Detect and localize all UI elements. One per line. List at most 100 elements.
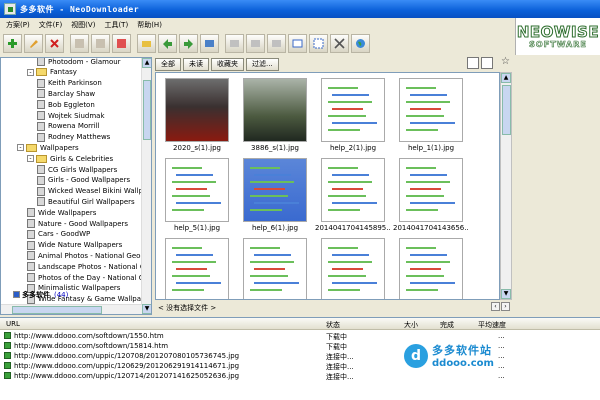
thumbnail-item[interactable]: help_2(1).jpg — [315, 75, 391, 155]
download-status-icon — [4, 342, 11, 349]
tree-node[interactable]: Keith Parkinson — [37, 78, 102, 89]
tree-node[interactable]: CG Girls Wallpapers — [37, 164, 117, 175]
col-status[interactable]: 状态 — [326, 320, 340, 330]
stop-button[interactable] — [112, 33, 131, 53]
menu-view[interactable]: 视图(V) — [71, 20, 95, 30]
thumbnail-item[interactable] — [237, 235, 313, 299]
filter-custom-button[interactable]: 过滤... — [246, 57, 279, 71]
thumbnail-item[interactable] — [315, 235, 391, 299]
grid-scroll-thumb[interactable] — [502, 85, 511, 135]
menu-plan[interactable]: 方案(P) — [6, 20, 30, 30]
folder-button[interactable] — [137, 33, 156, 53]
scroll-down-icon[interactable]: ▼ — [501, 289, 511, 299]
tree-node-label: Fantasy — [50, 68, 77, 77]
tree-node-label: Beautiful Girl Wallpapers — [48, 197, 135, 206]
tree-vertical-scrollbar[interactable]: ▲ ▼ — [141, 58, 151, 314]
pause-button[interactable] — [91, 33, 110, 53]
tree-node[interactable]: Beautiful Girl Wallpapers — [37, 196, 135, 207]
thumbnail-item[interactable] — [159, 235, 235, 299]
scroll-up-icon[interactable]: ▲ — [501, 73, 511, 83]
thumbnail-grid[interactable]: 2020_s(1).jpg 3886_s(1).jpg help_2(1).jpg h… — [155, 72, 500, 300]
tree-node-label: Keith Parkinson — [48, 79, 102, 88]
image-copy-button[interactable] — [267, 33, 286, 53]
menu-tools[interactable]: 工具(T) — [104, 20, 128, 30]
thumbnail-caption: 3886_s(1).jpg — [251, 144, 299, 152]
thumbnail-item[interactable]: 3886_s(1).jpg — [237, 75, 313, 155]
thumbnail-item[interactable]: 2014041704145895... — [315, 155, 391, 235]
tree-node[interactable]: Photos of the Day - National G — [27, 272, 142, 283]
tree-node[interactable]: Landscape Photos - National G — [27, 261, 142, 272]
delete-icon — [50, 38, 59, 48]
tree-scroll-thumb[interactable] — [143, 80, 151, 140]
edit-button[interactable] — [24, 33, 43, 53]
play-button[interactable] — [70, 33, 89, 53]
project-icon — [37, 132, 45, 142]
window-button[interactable] — [288, 33, 307, 53]
globe-button[interactable] — [351, 33, 370, 53]
selection-status-text: < 没有选择文件 > — [158, 303, 217, 312]
menu-file[interactable]: 文件(F) — [39, 20, 63, 30]
tree-node[interactable]: - Fantasy — [27, 67, 77, 78]
filter-all-button[interactable]: 全部 — [155, 57, 181, 71]
tree-node[interactable]: Bob Eggleton — [37, 99, 95, 110]
tree-horizontal-scrollbar[interactable] — [1, 304, 142, 314]
grid-vertical-scrollbar[interactable]: ▲ ▼ — [500, 72, 512, 300]
tree-node-label: Animal Photos - National Geogr — [38, 251, 142, 260]
tree-node[interactable]: Rodney Matthews — [37, 132, 110, 143]
export-button[interactable] — [179, 33, 198, 53]
tree-toggle[interactable]: - — [17, 144, 24, 152]
select-all-button[interactable] — [309, 33, 328, 53]
menu-help[interactable]: 帮助(H) — [137, 20, 162, 30]
image-save-button[interactable] — [246, 33, 265, 53]
scroll-up-icon[interactable]: ▲ — [142, 58, 151, 68]
tree-node-label: Photos of the Day - National G — [38, 273, 142, 282]
thumbnail-item[interactable] — [393, 235, 469, 299]
thumbnail-item[interactable]: help_1(1).jpg — [393, 75, 469, 155]
thumbnail-caption: help_6(1).jpg — [251, 224, 299, 232]
tree-node[interactable]: - Wallpapers — [17, 142, 79, 153]
project-icon — [37, 78, 45, 88]
tree-node[interactable]: Girls - Good Wallpapers — [37, 175, 130, 186]
tree-hscroll-thumb[interactable] — [12, 306, 102, 314]
star-icon[interactable]: ☆ — [501, 56, 510, 67]
tree-node[interactable]: Wicked Weasel Bikini Wallpa — [37, 186, 142, 197]
project-tree[interactable]: Photodom - Glamour - Fantasy Keith Parkinso… — [0, 57, 152, 315]
import-button[interactable] — [158, 33, 177, 53]
col-speed[interactable]: 平均速度 — [478, 320, 506, 330]
tree-node[interactable]: Photodom - Glamour — [37, 58, 121, 67]
image-delete-button[interactable] — [225, 33, 244, 53]
tree-node[interactable]: Nature - Good Wallpapers — [27, 218, 128, 229]
image-button[interactable] — [200, 33, 219, 53]
next-icon[interactable]: › — [501, 302, 510, 311]
tree-toggle[interactable] — [13, 291, 20, 298]
tree-node[interactable]: - Girls & Celebrities — [27, 153, 113, 164]
title-bar[interactable]: 多多软件 - NeoDownloader — [0, 0, 600, 18]
tree-toggle[interactable]: - — [27, 68, 34, 76]
scroll-down-icon[interactable]: ▼ — [142, 304, 151, 314]
tree-node[interactable]: Wojtek Siudmak — [37, 110, 105, 121]
thumbnail-item[interactable]: 2020_s(1).jpg — [159, 75, 235, 155]
thumbnail-item[interactable]: 2014041704143656... — [393, 155, 469, 235]
tree-node[interactable]: Animal Photos - National Geogr — [27, 250, 142, 261]
add-button[interactable] — [3, 33, 22, 53]
col-url[interactable]: URL — [6, 320, 20, 328]
filter-favorites-button[interactable]: 收藏夹 — [211, 57, 244, 71]
thumbnail-item[interactable]: help_6(1).jpg — [237, 155, 313, 235]
col-done[interactable]: 完成 — [440, 320, 454, 330]
tree-node[interactable]: Barclay Shaw — [37, 88, 95, 99]
thumbnail-view-icon[interactable] — [467, 57, 479, 69]
add-icon — [8, 38, 17, 48]
tree-node[interactable]: Rowena Morrill — [37, 121, 100, 132]
delete-button[interactable] — [45, 33, 64, 53]
tree-node[interactable]: Wide Nature Wallpapers — [27, 240, 122, 251]
tree-node[interactable]: Cars - GoodWP — [27, 229, 90, 240]
tree-node[interactable]: Wide Wallpapers — [27, 207, 96, 218]
filter-unread-button[interactable]: 未读 — [183, 57, 209, 71]
previous-icon[interactable]: ‹ — [491, 302, 500, 311]
tools-button[interactable] — [330, 33, 349, 53]
thumbnail-item[interactable]: help_5(1).jpg — [159, 155, 235, 235]
tree-node-root[interactable]: 多多软件 (44) — [13, 289, 68, 300]
col-size[interactable]: 大小 — [404, 320, 418, 330]
list-view-icon[interactable] — [481, 57, 493, 69]
tree-toggle[interactable]: - — [27, 155, 34, 163]
